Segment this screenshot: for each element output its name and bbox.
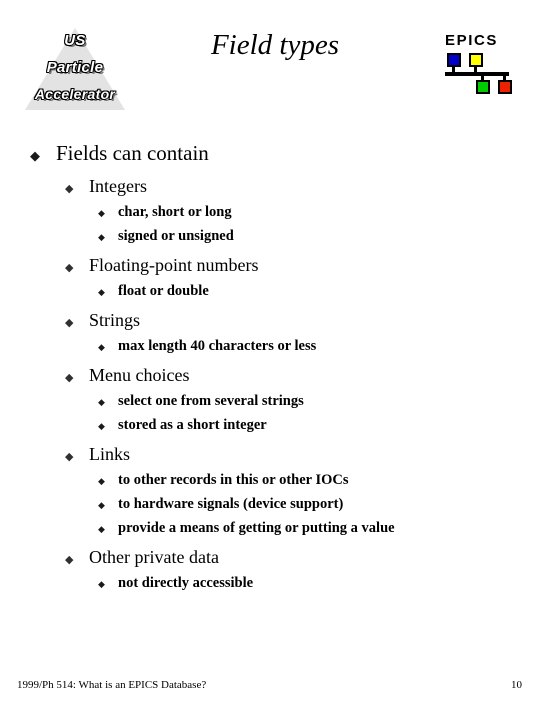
bullet-level3: ◆ to other records in this or other IOCs (98, 471, 540, 489)
yellow-node-icon (469, 53, 483, 67)
uspas-logo: US Particle Accelerator (25, 24, 125, 114)
blue-node-stub (452, 67, 455, 73)
bullet-level3: ◆ signed or unsigned (98, 227, 540, 245)
diamond-bullet-icon: ◆ (65, 553, 74, 566)
page-number: 10 (511, 679, 522, 691)
slide-header: US Particle Accelerator Field types EPIC… (0, 0, 540, 122)
diamond-bullet-icon: ◆ (65, 182, 74, 195)
diamond-bullet-icon: ◆ (98, 209, 105, 219)
bullet-level2-label: Strings (89, 310, 141, 330)
blue-node-icon (447, 53, 461, 67)
bullet-level2-label: Floating-point numbers (89, 255, 259, 275)
diamond-bullet-icon: ◆ (65, 371, 74, 384)
bullet-level3-label: float or double (118, 283, 209, 299)
green-node-icon (476, 80, 490, 94)
uspas-logo-line-1: US (64, 32, 86, 49)
bullet-level2-label: Menu choices (89, 365, 190, 385)
bullet-level3-label: signed or unsigned (118, 228, 234, 244)
diamond-bullet-icon: ◆ (98, 398, 105, 408)
bullet-level2-label: Other private data (89, 547, 219, 567)
diamond-bullet-icon: ◆ (98, 525, 105, 535)
bullet-level2: ◆ Links (65, 443, 540, 465)
diamond-bullet-icon: ◆ (98, 477, 105, 487)
bullet-level1-label: Fields can contain (56, 141, 209, 165)
uspas-logo-line-3: Accelerator (34, 86, 116, 102)
bullet-level3: ◆ to hardware signals (device support) (98, 495, 540, 513)
bullet-level3: ◆ max length 40 characters or less (98, 337, 540, 355)
diamond-bullet-icon: ◆ (65, 316, 74, 329)
footer-course-label: 1999/Ph 514: What is an EPICS Database? (17, 679, 207, 691)
yellow-node-stub (474, 67, 477, 73)
bullet-level3-label: provide a means of getting or putting a … (118, 520, 395, 536)
bullet-level3-label: not directly accessible (118, 575, 254, 591)
diamond-bullet-icon: ◆ (98, 580, 105, 590)
diamond-bullet-icon: ◆ (98, 233, 105, 243)
bullet-level3: ◆ stored as a short integer (98, 416, 540, 434)
bullet-level2-label: Integers (89, 176, 147, 196)
bullet-level2: ◆ Integers (65, 175, 540, 197)
bullet-level3-label: to hardware signals (device support) (118, 496, 344, 512)
diamond-bullet-icon: ◆ (98, 501, 105, 511)
bullet-level2: ◆ Other private data (65, 546, 540, 568)
slide-body: ◆ Fields can contain ◆ Integers ◆ char, sho… (0, 128, 540, 592)
bullet-level3-label: max length 40 characters or less (118, 338, 317, 354)
bullet-level3: ◆ not directly accessible (98, 574, 540, 592)
slide-title: Field types (210, 29, 340, 61)
bullet-level1: ◆ Fields can contain (30, 140, 540, 166)
bullet-level3: ◆ provide a means of getting or putting a… (98, 519, 540, 537)
diamond-bullet-icon: ◆ (98, 288, 105, 298)
diamond-bullet-icon: ◆ (65, 450, 74, 463)
bullet-level2-label: Links (89, 444, 131, 464)
bullet-groups: ◆ Integers ◆ char, short or long ◆ signed or … (0, 175, 540, 592)
bullet-level2: ◆ Floating-point numbers (65, 254, 540, 276)
bullet-level3-label: stored as a short integer (118, 417, 267, 433)
bullet-level2: ◆ Strings (65, 309, 540, 331)
diamond-bullet-icon: ◆ (30, 149, 40, 164)
bullet-level3: ◆ char, short or long (98, 203, 540, 221)
epics-network-diagram-icon (443, 52, 515, 96)
red-node-icon (498, 80, 512, 94)
diamond-bullet-icon: ◆ (98, 422, 105, 432)
epics-wordmark: EPICS (445, 32, 499, 49)
bullet-level3-label: select one from several strings (118, 393, 304, 409)
epics-logo: EPICS (443, 32, 515, 96)
bullet-level3: ◆ select one from several strings (98, 392, 540, 410)
slide-footer: 1999/Ph 514: What is an EPICS Database? … (0, 678, 540, 694)
uspas-logo-line-2: Particle (46, 59, 104, 76)
bullet-level3-label: char, short or long (118, 204, 232, 220)
bullet-level2: ◆ Menu choices (65, 364, 540, 386)
bullet-level3: ◆ float or double (98, 282, 540, 300)
bullet-level3-label: to other records in this or other IOCs (118, 472, 349, 488)
diamond-bullet-icon: ◆ (98, 343, 105, 353)
diamond-bullet-icon: ◆ (65, 261, 74, 274)
